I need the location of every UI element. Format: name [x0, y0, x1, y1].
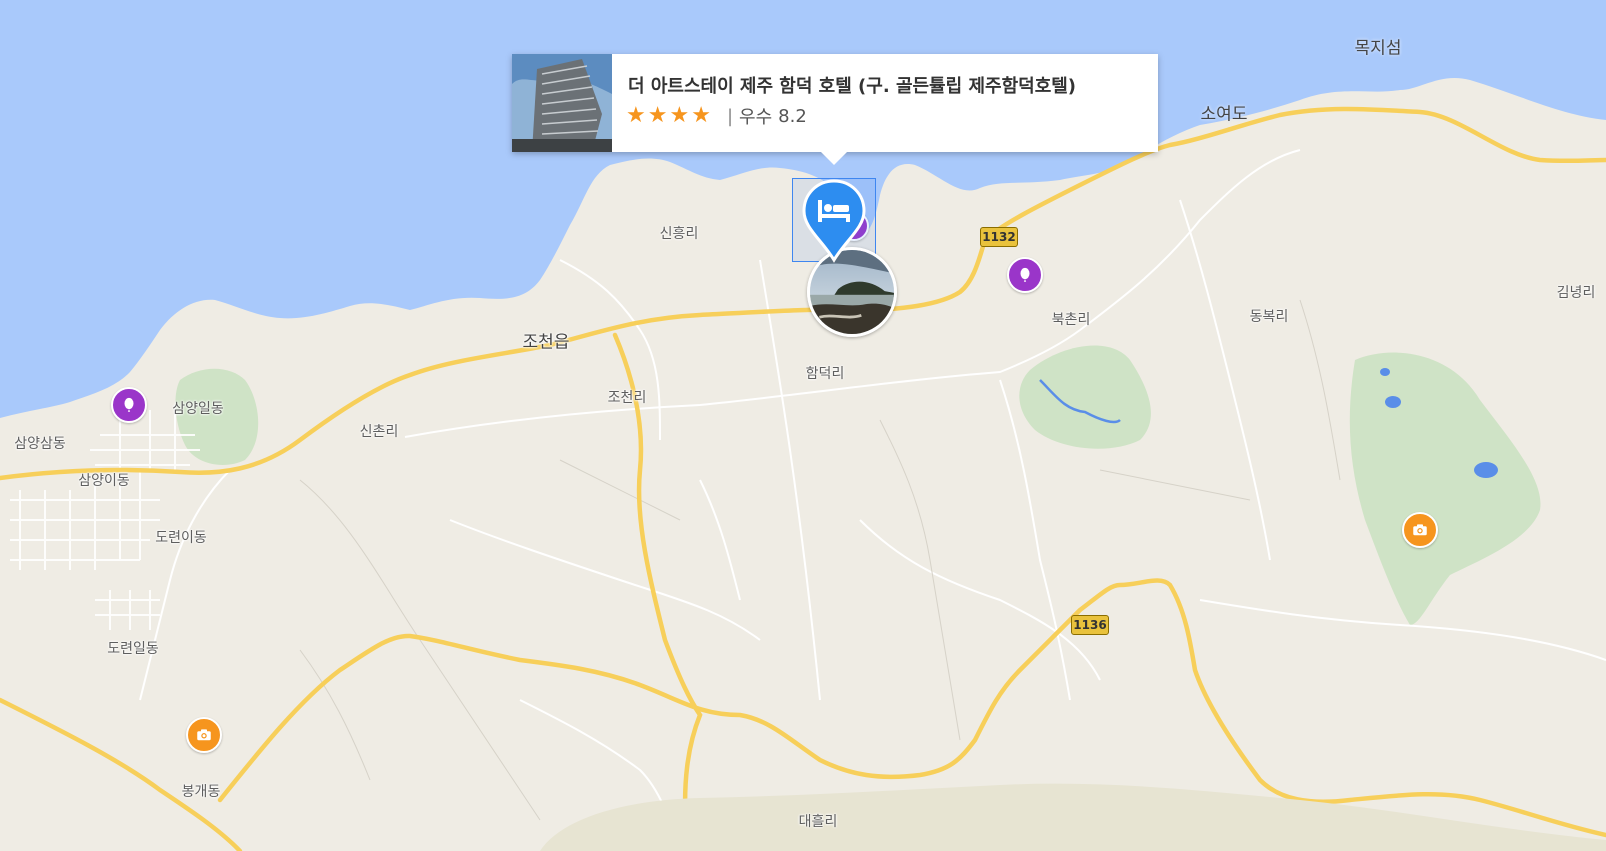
place-label-samyang-i: 삼양이동: [78, 473, 130, 489]
camera-poi-marker[interactable]: [186, 717, 222, 753]
camera-icon: [197, 729, 211, 741]
place-label-dongbok: 동복리: [1249, 309, 1289, 325]
place-label-samyang-sam: 삼양삼동: [14, 436, 66, 452]
hotel-title[interactable]: 더 아트스테이 제주 함덕 호텔 (구. 골든튤립 제주함덕호텔): [628, 72, 1076, 98]
review-score: 8.2: [778, 105, 807, 127]
route-shield-1132: 1132: [980, 227, 1018, 247]
map-canvas[interactable]: 목지섬 소여도 신흥리 조천읍 북촌리 동복리 김녕리 함덕리 조천리 신촌리 …: [0, 0, 1606, 851]
popup-pointer: [820, 151, 848, 165]
place-label-hamdeok: 함덕리: [805, 366, 845, 382]
balloon-poi-marker[interactable]: [1007, 257, 1043, 293]
place-label-jocheon-ri: 조천리: [607, 390, 647, 406]
review-grade: 우수: [739, 107, 773, 128]
place-label-soyeodo: 소여도: [1200, 104, 1248, 125]
hotel-thumbnail: [512, 54, 612, 152]
star-icon: ★: [691, 103, 711, 128]
hotel-info-popup[interactable]: 더 아트스테이 제주 함덕 호텔 (구. 골든튤립 제주함덕호텔) ★ ★ ★ …: [512, 54, 1158, 152]
rating-separator: |: [726, 105, 734, 127]
pond: [1474, 462, 1498, 478]
place-label-samyang-il: 삼양일동: [172, 401, 224, 417]
place-label-mokjiseom: 목지섬: [1354, 38, 1402, 59]
route-shield-1136: 1136: [1071, 615, 1109, 635]
pond: [1385, 396, 1401, 408]
balloon-icon: [1020, 267, 1030, 282]
place-label-daeheul: 대흘리: [798, 814, 838, 830]
place-label-sinchon: 신촌리: [359, 424, 399, 440]
place-label-sinheung: 신흥리: [659, 226, 699, 242]
place-label-doryeon-i: 도련이동: [155, 530, 207, 546]
balloon-poi-marker[interactable]: [111, 387, 147, 423]
place-label-gimnyeong: 김녕리: [1556, 285, 1596, 301]
balloon-icon: [124, 397, 134, 412]
camera-poi-marker[interactable]: [1402, 512, 1438, 548]
place-label-doryeon-il: 도련일동: [107, 641, 159, 657]
star-icon: ★: [669, 103, 690, 128]
pond: [1380, 368, 1390, 376]
star-icon: ★: [626, 103, 646, 128]
hotel-map-pin[interactable]: [800, 178, 868, 264]
place-label-bonggae: 봉개동: [181, 784, 221, 800]
star-icon: ★: [647, 103, 668, 128]
camera-icon: [1413, 524, 1427, 536]
rating-row: ★ ★ ★ ★ | 우수 8.2: [626, 103, 807, 129]
place-label-bukchon: 북촌리: [1051, 312, 1091, 328]
place-label-jocheon-eup: 조천읍: [522, 332, 570, 353]
